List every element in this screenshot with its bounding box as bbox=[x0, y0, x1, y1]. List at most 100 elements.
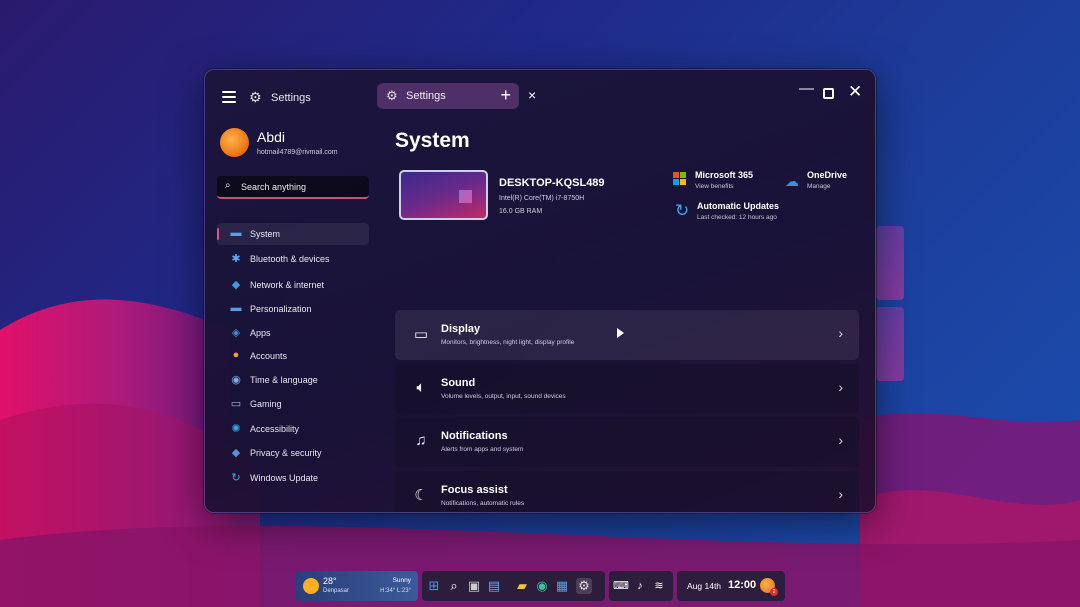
volume-icon[interactable]: ♪ bbox=[632, 578, 648, 594]
search-input[interactable]: ⌕ Search anything bbox=[217, 176, 369, 199]
sidebar-item-label: Gaming bbox=[250, 399, 282, 409]
laptop-icon: ▭ bbox=[413, 326, 429, 343]
settings-window: ⚙ Settings ⚙ Settings + × — ✕ Abdi hotma… bbox=[204, 69, 876, 513]
minimize-button[interactable]: — bbox=[799, 80, 814, 97]
weather-location: Denpasar bbox=[323, 588, 350, 594]
store-icon[interactable]: ▦ bbox=[554, 578, 570, 594]
gear-icon: ⚙ bbox=[386, 88, 398, 103]
sidebar-item-windows-update[interactable]: ↻ Windows Update bbox=[217, 467, 369, 489]
sidebar-item-label: Personalization bbox=[250, 304, 312, 314]
chevron-right-icon: › bbox=[838, 432, 843, 448]
tab-settings[interactable]: ⚙ Settings + bbox=[377, 83, 519, 109]
page-title: System bbox=[395, 129, 470, 152]
bluetooth-icon: ✱ bbox=[231, 253, 241, 265]
sidebar-item-label: Bluetooth & devices bbox=[250, 254, 330, 264]
sidebar-item-label: Time & language bbox=[250, 375, 318, 385]
windows-logo-icon bbox=[459, 190, 472, 203]
active-indicator bbox=[217, 228, 219, 240]
widgets-icon[interactable]: ▤ bbox=[486, 578, 502, 594]
onedrive-link[interactable]: ☁ OneDrive Manage bbox=[785, 170, 855, 192]
update-icon: ↻ bbox=[231, 472, 241, 484]
moon-icon: ☾ bbox=[414, 486, 428, 504]
sidebar: Abdi hotmail4789@rivmail.com ⌕ Search an… bbox=[205, 124, 377, 512]
clock[interactable]: Aug 14th 12:00 2 bbox=[677, 571, 785, 601]
gamepad-icon: ▭ bbox=[230, 398, 242, 410]
cloud-icon: ☁ bbox=[785, 173, 799, 189]
weather-widget[interactable]: 28° Denpasar Sunny H:34° L:23° bbox=[295, 571, 418, 601]
sidebar-item-label: Network & internet bbox=[250, 280, 325, 290]
menu-icon[interactable] bbox=[222, 91, 236, 103]
settings-row-display[interactable]: ▭ Display Monitors, brightness, night ligh… bbox=[395, 310, 859, 360]
search-placeholder: Search anything bbox=[241, 182, 307, 192]
taskbar: 28° Denpasar Sunny H:34° L:23° ⊞ ⌕ ▣ ▤ ▰… bbox=[295, 571, 785, 601]
notification-badge: 2 bbox=[770, 588, 778, 596]
sidebar-item-apps[interactable]: ◈ Apps bbox=[217, 322, 369, 344]
sidebar-item-label: Accessibility bbox=[250, 424, 300, 434]
search-icon: ⌕ bbox=[225, 180, 231, 191]
onedrive-subtitle: Manage bbox=[807, 183, 831, 190]
sidebar-item-network-internet[interactable]: ◆ Network & internet bbox=[217, 274, 369, 296]
maximize-button[interactable] bbox=[823, 88, 834, 99]
sidebar-item-accessibility[interactable]: ✺ Accessibility bbox=[217, 418, 369, 440]
search-icon[interactable]: ⌕ bbox=[446, 578, 462, 594]
apps-icon: ◈ bbox=[231, 327, 241, 339]
automatic-updates-link[interactable]: ↻ Automatic Updates Last checked: 12 hou… bbox=[675, 201, 795, 225]
chevron-right-icon: › bbox=[838, 378, 843, 395]
settings-app-icon[interactable]: ⚙ bbox=[576, 578, 592, 594]
avatar[interactable] bbox=[220, 128, 249, 157]
shield-icon: ◆ bbox=[231, 447, 241, 459]
microsoft-365-link[interactable]: Microsoft 365 View benefits bbox=[673, 170, 773, 192]
close-button[interactable]: ✕ bbox=[848, 82, 862, 102]
row-subtitle: Alerts from apps and system bbox=[441, 446, 524, 453]
settings-row-focus-assist[interactable]: ☾ Focus assist Notifications, automatic ru… bbox=[395, 470, 859, 512]
taskbar-apps: ⊞ ⌕ ▣ ▤ ▰ ◉ ▦ ⚙ bbox=[422, 571, 605, 601]
sidebar-item-personalization[interactable]: ▬ Personalization bbox=[217, 298, 369, 320]
device-thumbnail[interactable] bbox=[399, 170, 488, 220]
speaker-icon: 🔈︎ bbox=[416, 378, 426, 396]
device-name[interactable]: DESKTOP-KQSL489 bbox=[499, 177, 605, 189]
keyboard-icon[interactable]: ⌨ bbox=[613, 578, 629, 594]
wifi-icon: ◆ bbox=[231, 279, 241, 291]
sidebar-item-label: Apps bbox=[250, 328, 271, 338]
weather-condition: Sunny bbox=[392, 577, 411, 584]
row-subtitle: Volume levels, output, input, sound devi… bbox=[441, 392, 566, 400]
window-title: Settings bbox=[271, 92, 311, 104]
device-cpu: Intel(R) Core(TM) i7-8750H bbox=[499, 195, 585, 202]
device-ram: 16.0 GB RAM bbox=[499, 208, 543, 215]
sun-icon bbox=[303, 578, 319, 594]
onedrive-title: OneDrive bbox=[807, 170, 848, 180]
main-content: System DESKTOP-KQSL489 Intel(R) Core(TM)… bbox=[395, 124, 859, 512]
updates-subtitle: Last checked: 12 hours ago bbox=[697, 214, 777, 221]
system-tray: ⌨ ♪ ≋ bbox=[609, 571, 673, 601]
weather-temp: 28° bbox=[323, 576, 337, 586]
start-icon[interactable]: ⊞ bbox=[426, 578, 442, 594]
bell-icon: ♫ bbox=[415, 432, 427, 449]
sidebar-item-label: Windows Update bbox=[250, 473, 319, 483]
sidebar-item-bluetooth-devices[interactable]: ✱ Bluetooth & devices bbox=[217, 248, 369, 270]
wifi-icon[interactable]: ≋ bbox=[651, 578, 667, 594]
chevron-right-icon: › bbox=[838, 485, 843, 502]
row-subtitle: Notifications, automatic rules bbox=[441, 499, 525, 507]
sidebar-item-time-language[interactable]: ◉ Time & language bbox=[217, 369, 369, 391]
task-view-icon[interactable]: ▣ bbox=[466, 578, 482, 594]
microsoft-365-subtitle: View benefits bbox=[695, 183, 734, 190]
file-explorer-icon[interactable]: ▰ bbox=[514, 578, 530, 594]
sidebar-item-accounts[interactable]: ● Accounts bbox=[217, 345, 369, 367]
refresh-icon: ↻ bbox=[675, 201, 690, 220]
row-title: Display bbox=[441, 323, 481, 335]
sidebar-item-gaming[interactable]: ▭ Gaming bbox=[217, 393, 369, 415]
microsoft-logo-icon bbox=[673, 172, 686, 185]
settings-row-notifications[interactable]: ♫ Notifications Alerts from apps and syste… bbox=[395, 417, 859, 467]
edge-icon[interactable]: ◉ bbox=[534, 578, 550, 594]
row-title: Notifications bbox=[441, 430, 508, 442]
microsoft-365-title: Microsoft 365 bbox=[695, 170, 754, 180]
sidebar-item-privacy-security[interactable]: ◆ Privacy & security bbox=[217, 442, 369, 464]
close-tab-button[interactable]: × bbox=[528, 87, 536, 103]
row-subtitle: Monitors, brightness, night light, displ… bbox=[441, 339, 575, 346]
sidebar-item-system[interactable]: ▬ System bbox=[217, 223, 369, 245]
accessibility-icon: ✺ bbox=[231, 423, 241, 435]
settings-row-sound[interactable]: 🔈︎ Sound Volume levels, output, input, sou… bbox=[395, 363, 859, 414]
user-email: hotmail4789@rivmail.com bbox=[257, 149, 338, 156]
new-tab-button[interactable]: + bbox=[500, 85, 511, 106]
tab-label: Settings bbox=[406, 90, 446, 102]
